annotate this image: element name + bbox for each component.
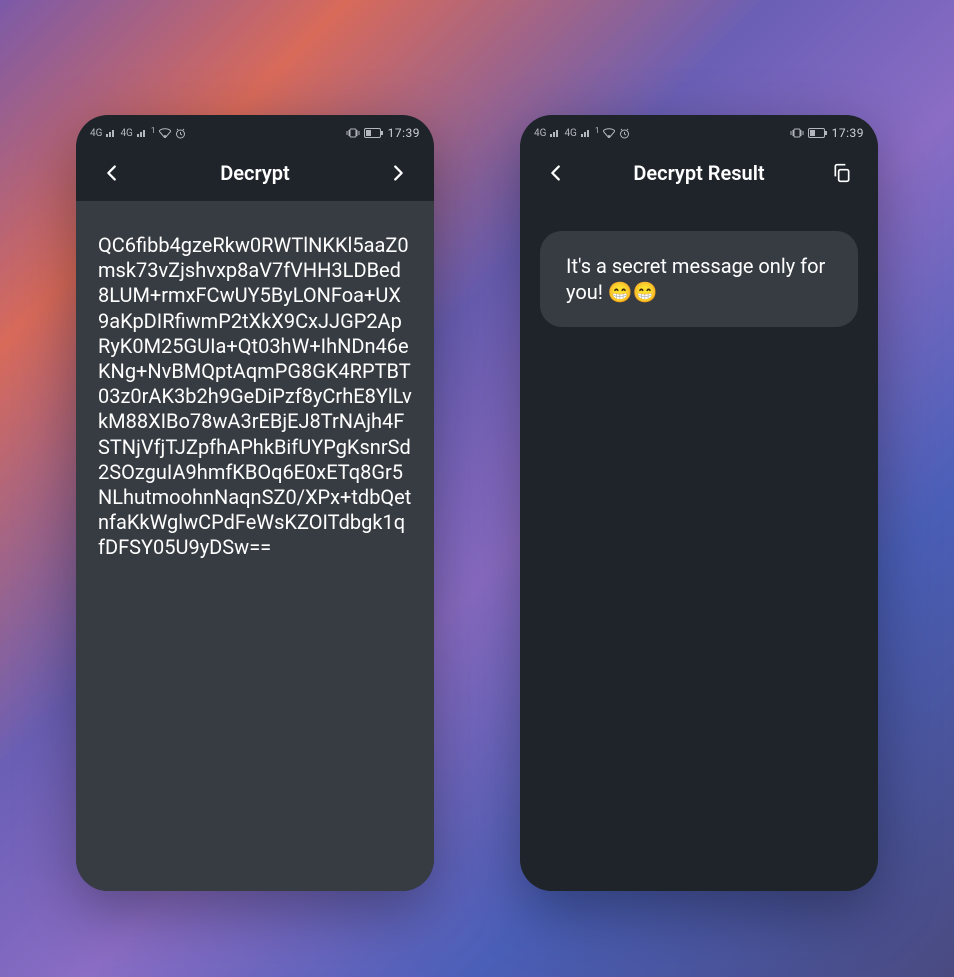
decrypt-content: QC6fibb4gzeRkw0RWTlNKKl5aaZ0msk73vZjshvx… [76,201,434,891]
copy-button[interactable] [826,157,858,189]
signal-icon [581,129,591,137]
result-content: It's a secret message only for you! 😁😁 [520,201,878,891]
forward-button[interactable] [382,157,414,189]
page-title: Decrypt [128,161,382,185]
app-bar: Decrypt Result [520,145,878,201]
alarm-icon [175,128,186,139]
ciphertext[interactable]: QC6fibb4gzeRkw0RWTlNKKl5aaZ0msk73vZjshvx… [98,233,412,560]
status-left: 4G 4G 1 [534,128,630,139]
signal2-label: 4G [564,128,576,139]
alarm-icon [619,128,630,139]
signal1-label: 4G [90,128,102,139]
copy-icon [832,163,852,183]
phone-decrypt: 4G 4G 1 17:39 [76,115,434,891]
app-bar: Decrypt [76,145,434,201]
back-button[interactable] [540,157,572,189]
vibrate-icon [346,128,360,138]
superscript: 1 [595,126,600,135]
status-bar: 4G 4G 1 17:39 [76,121,434,145]
wifi-icon [603,128,615,138]
chevron-left-icon [101,162,123,184]
result-bubble[interactable]: It's a secret message only for you! 😁😁 [540,231,858,327]
signal-icon [137,129,147,137]
back-button[interactable] [96,157,128,189]
page-title: Decrypt Result [572,161,826,185]
vibrate-icon [790,128,804,138]
battery-icon [808,128,828,138]
status-time: 17:39 [388,126,420,140]
signal1-label: 4G [534,128,546,139]
status-right: 17:39 [790,126,864,140]
signal-icon [550,129,560,137]
phone-result: 4G 4G 1 17:39 [520,115,878,891]
status-time: 17:39 [832,126,864,140]
signal-icon [106,129,116,137]
status-right: 17:39 [346,126,420,140]
status-left: 4G 4G 1 [90,128,186,139]
signal2-label: 4G [120,128,132,139]
chevron-right-icon [387,162,409,184]
battery-icon [364,128,384,138]
decrypted-message: It's a secret message only for you! 😁😁 [566,254,825,304]
superscript: 1 [151,126,156,135]
chevron-left-icon [545,162,567,184]
status-bar: 4G 4G 1 17:39 [520,121,878,145]
wifi-icon [159,128,171,138]
